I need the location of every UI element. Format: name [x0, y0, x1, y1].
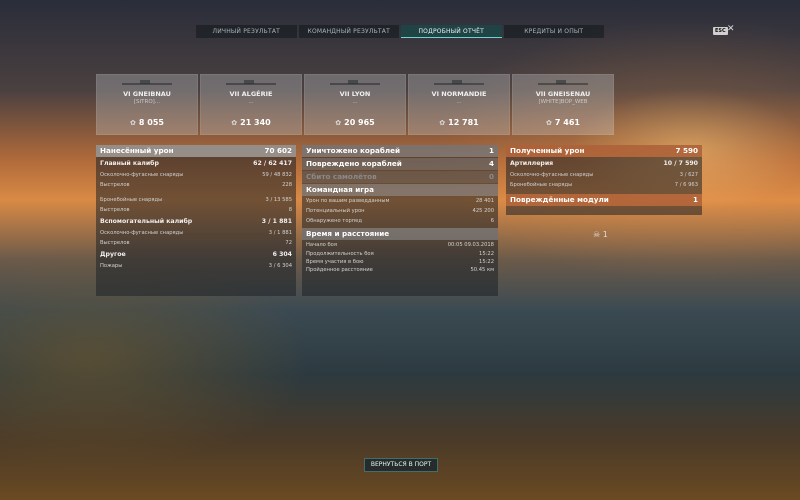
battle-start-row: Начало боя 00:05 09.03.2018 [306, 242, 494, 248]
ship-silhouette-icon [330, 80, 380, 89]
ap-shells-row: Бронебойные снаряды 3 / 13 585 [100, 197, 292, 203]
he-shots-row: Выстрелов 228 [100, 182, 292, 188]
he-shells-row: Осколочно-фугасные снаряды 59 / 48 832 [100, 172, 292, 178]
ship-silhouette-icon [226, 80, 276, 89]
ship-score: ✿ 7 461 [546, 118, 580, 127]
damage-icon: ✿ [335, 119, 342, 127]
close-icon[interactable]: ✕ [727, 24, 735, 34]
destroyed-ships-row: Уничтожено кораблей 1 [302, 145, 498, 157]
main-battery-row: Главный калибр 62 / 62 417 [100, 160, 292, 167]
damage-icon: ✿ [231, 119, 238, 127]
damage-received-panel: Полученный урон 7 590 Артиллерия 10 / 7 59… [506, 145, 702, 215]
damage-dealt-panel: Нанесённый урон 70 602 Главный калибр 62 /… [96, 145, 296, 296]
ship-silhouette-icon [122, 80, 172, 89]
player-name: [SITRO]... [133, 99, 161, 105]
torpedoes-spotted-row: Обнаружено торпед 6 [306, 218, 494, 224]
fires-row: Пожары 3 / 6 304 [100, 263, 292, 269]
ship-name: VI GNEIBNAU [123, 90, 171, 98]
ship-card[interactable]: VII GNEISENAU [WHITE]BOP_WEB ✿ 7 461 [512, 74, 614, 135]
ship-card[interactable]: VI GNEIBNAU [SITRO]... ✿ 8 055 [96, 74, 198, 135]
player-name: ... [456, 99, 462, 105]
tab-team[interactable]: КОМАНДНЫЙ РЕЗУЛЬТАТ [298, 25, 399, 38]
planes-shot-row: Сбито самолётов 0 [302, 171, 498, 183]
tab-personal[interactable]: ЛИЧНЫЙ РЕЗУЛЬТАТ [196, 25, 297, 38]
damage-received-header: Полученный урон 7 590 [506, 145, 702, 157]
damaged-modules-header: Повреждённые модули 1 [506, 194, 702, 206]
ship-card[interactable]: VII ALGÉRIE ... ✿ 21 340 [200, 74, 302, 135]
damage-dealt-header: Нанесённый урон 70 602 [96, 145, 296, 157]
ship-card[interactable]: VII LYON ... ✿ 20 965 [304, 74, 406, 135]
player-name: ... [248, 99, 254, 105]
spotting-damage-row: Урон по вашим разведданным 28 401 [306, 198, 494, 204]
player-name: [WHITE]BOP_WEB [538, 99, 588, 105]
potential-damage-row: Потенциальный урон 425 200 [306, 208, 494, 214]
ship-silhouette-icon [538, 80, 588, 89]
received-he-row: Осколочно-фугасные снаряды 3 / 627 [510, 172, 698, 178]
ship-card[interactable]: VI NORMANDIE ... ✿ 12 781 [408, 74, 510, 135]
ship-name: VII GNEISENAU [535, 90, 591, 98]
artillery-row: Артиллерия 10 / 7 590 [510, 160, 698, 167]
participation-time-row: Время участия в бою 15:22 [306, 259, 494, 265]
damaged-ships-row: Повреждено кораблей 4 [302, 158, 498, 170]
destroyed-module-icon: ☠ 1 [593, 230, 608, 239]
ship-score: ✿ 12 781 [439, 118, 479, 127]
time-distance-header: Время и расстояние [302, 228, 498, 240]
other-damage-row: Другое 6 304 [100, 251, 292, 258]
distance-row: Пройденное расстояние 50.45 км [306, 267, 494, 273]
battle-stats-panel: Уничтожено кораблей 1 Повреждено кораблей… [302, 145, 498, 296]
battle-duration-row: Продолжительность боя 15:22 [306, 251, 494, 257]
ship-score: ✿ 8 055 [130, 118, 164, 127]
ship-name: VII LYON [339, 90, 371, 98]
ship-score: ✿ 20 965 [335, 118, 375, 127]
secondary-battery-row: Вспомогательный калибр 3 / 1 881 [100, 218, 292, 225]
ship-name: VI NORMANDIE [431, 90, 487, 98]
ship-score: ✿ 21 340 [231, 118, 271, 127]
ship-name: VII ALGÉRIE [229, 90, 273, 98]
player-name: ... [352, 99, 358, 105]
received-ap-row: Бронебойные снаряды 7 / 6 963 [510, 182, 698, 188]
tab-credits-xp[interactable]: КРЕДИТЫ И ОПЫТ [503, 25, 604, 38]
esc-key-icon[interactable]: ESC [713, 27, 728, 35]
damage-icon: ✿ [546, 119, 552, 127]
sec-he-row: Осколочно-фугасные снаряды 3 / 1 881 [100, 230, 292, 236]
team-play-header: Командная игра [302, 184, 498, 196]
tab-bar: ЛИЧНЫЙ РЕЗУЛЬТАТ КОМАНДНЫЙ РЕЗУЛЬТАТ ПОД… [196, 25, 604, 38]
ap-shots-row: Выстрелов 8 [100, 207, 292, 213]
ship-silhouette-icon [434, 80, 484, 89]
return-to-port-button[interactable]: ВЕРНУТЬСЯ В ПОРТ [364, 458, 438, 472]
sec-shots-row: Выстрелов 72 [100, 240, 292, 246]
damage-icon: ✿ [130, 119, 136, 127]
damage-icon: ✿ [439, 119, 446, 127]
tab-detailed-report[interactable]: ПОДРОБНЫЙ ОТЧЁТ [401, 25, 502, 38]
